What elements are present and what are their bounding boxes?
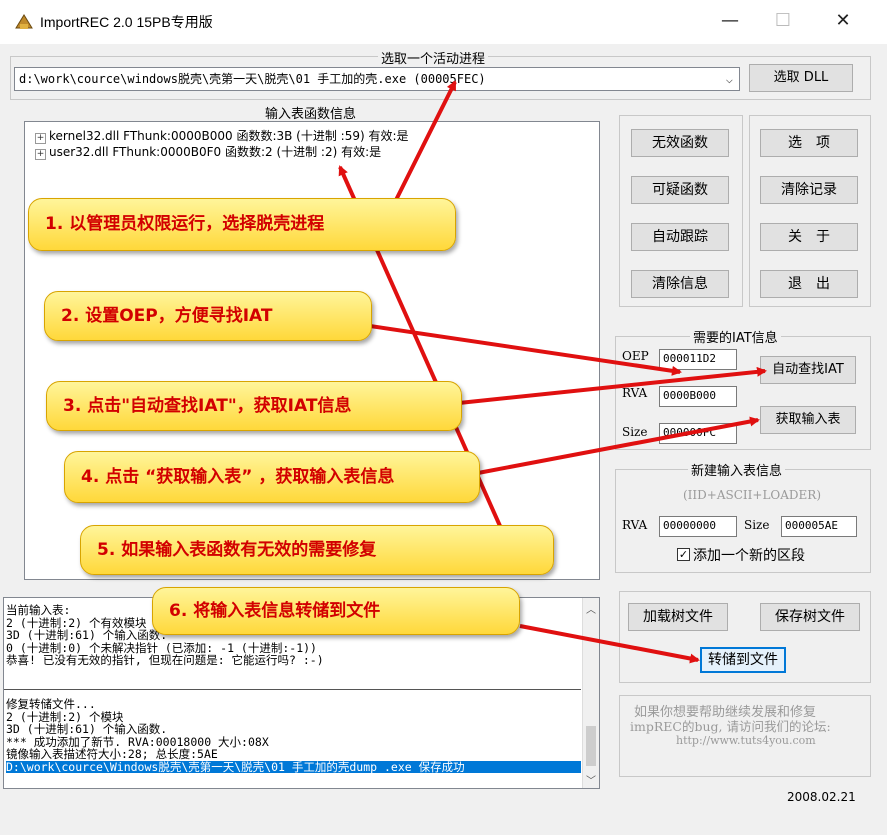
tree-item[interactable]: + kernel32.dll FThunk:0000B000 函数数:3B (十进… [35, 127, 409, 144]
auto-find-iat-button[interactable]: 自动查找IAT [760, 356, 856, 384]
rva-field[interactable]: 0000B000 [659, 386, 737, 407]
maximize-button[interactable]: ☐ [768, 10, 798, 31]
callout-step-4: 4. 点击 “获取输入表” ，获取输入表信息 [64, 451, 480, 503]
get-imports-button[interactable]: 获取输入表 [760, 406, 856, 434]
new-size-field[interactable]: 000005AE [781, 516, 857, 537]
new-iat-group-label: 新建输入表信息 [688, 460, 786, 479]
add-section-label: 添加一个新的区段 [693, 548, 805, 564]
exit-button[interactable]: 退 出 [760, 270, 858, 298]
new-rva-label: RVA [622, 518, 648, 532]
scroll-up-icon[interactable]: ︿ [586, 601, 596, 616]
log-line: 3D (十进制:61) 个输入函数. [6, 722, 168, 736]
chevron-down-icon: ⌵ [725, 72, 733, 86]
invalid-functions-button[interactable]: 无效函数 [631, 129, 729, 157]
pick-dll-button[interactable]: 选取 DLL [749, 64, 853, 92]
tree-item-label: user32.dll FThunk:0000B0F0 函数数:2 (十进制 :2… [49, 145, 382, 159]
log-divider [4, 689, 581, 690]
log-line: 镜像输入表描述符大小:28; 总长度:5AE [6, 747, 218, 761]
new-rva-field[interactable]: 00000000 [659, 516, 737, 537]
promo-line-2: impREC的bug, 请访问我们的论坛: [630, 719, 831, 734]
process-group-label: 选取一个活动进程 [378, 48, 489, 67]
load-tree-button[interactable]: 加载树文件 [628, 603, 728, 631]
tree-item[interactable]: + user32.dll FThunk:0000B0F0 函数数:2 (十进制 :… [35, 143, 381, 160]
log-lower: 修复转储文件... 2 (十进制:2) 个模块 3D (十进制:61) 个输入函… [6, 698, 581, 773]
auto-trace-button[interactable]: 自动跟踪 [631, 223, 729, 251]
suspicious-functions-button[interactable]: 可疑函数 [631, 176, 729, 204]
scroll-down-icon[interactable]: ﹀ [586, 772, 596, 787]
clear-log-button[interactable]: 清除记录 [760, 176, 858, 204]
oep-label: OEP [622, 349, 649, 363]
close-button[interactable]: ✕ [828, 10, 858, 31]
imports-group-label: 输入表函数信息 [262, 103, 360, 122]
callout-step-6: 6. 将输入表信息转储到文件 [152, 587, 520, 635]
date-label: 2008.02.21 [787, 790, 856, 804]
iat-info-group-label: 需要的IAT信息 [690, 327, 781, 346]
callout-step-2: 2. 设置OEP，方便寻找IAT [44, 291, 372, 341]
tree-item-label: kernel32.dll FThunk:0000B000 函数数:3B (十进制… [49, 129, 409, 143]
title-bar: ImportREC 2.0 15PB专用版 — ☐ ✕ [0, 0, 887, 44]
minimize-button[interactable]: — [715, 10, 745, 31]
log-line: 恭喜! 已没有无效的指针, 但现在问题是: 它能运行吗? :-) [6, 653, 324, 667]
window-title: ImportREC 2.0 15PB专用版 [40, 14, 213, 30]
about-button[interactable]: 关 于 [760, 223, 858, 251]
process-select-value: d:\work\cource\windows脱壳\壳第一天\脱壳\01 手工加的… [19, 72, 486, 86]
dump-to-file-button[interactable]: 转储到文件 [700, 647, 786, 673]
promo-url[interactable]: http://www.tuts4you.com [676, 734, 816, 747]
new-iat-subtitle: (IID+ASCII+LOADER) [683, 488, 822, 502]
callout-step-1: 1. 以管理员权限运行，选择脱壳进程 [28, 198, 456, 251]
callout-step-5: 5. 如果输入表函数有无效的需要修复 [80, 525, 554, 575]
new-size-label: Size [744, 518, 770, 532]
log-line-selected: D:\work\cource\Windows脱壳\壳第一天\脱壳\01 手工加的… [6, 760, 581, 773]
add-section-checkbox[interactable]: ✓ [677, 548, 690, 561]
expand-icon[interactable]: + [35, 149, 46, 160]
app-icon [14, 12, 34, 32]
options-button[interactable]: 选 项 [760, 129, 858, 157]
log-line: 修复转储文件... [6, 697, 96, 711]
scroll-thumb[interactable] [586, 726, 596, 766]
log-scrollbar[interactable]: ︿ ﹀ [582, 598, 599, 788]
clear-info-button[interactable]: 清除信息 [631, 270, 729, 298]
process-select[interactable]: d:\work\cource\windows脱壳\壳第一天\脱壳\01 手工加的… [14, 67, 740, 91]
size-field[interactable]: 000000FC [659, 423, 737, 444]
imports-tree[interactable]: + kernel32.dll FThunk:0000B000 函数数:3B (十进… [24, 121, 600, 580]
callout-step-3: 3. 点击"自动查找IAT"，获取IAT信息 [46, 381, 462, 431]
oep-field[interactable]: 000011D2 [659, 349, 737, 370]
rva-label: RVA [622, 386, 648, 400]
size-label: Size [622, 425, 648, 439]
save-tree-button[interactable]: 保存树文件 [760, 603, 860, 631]
